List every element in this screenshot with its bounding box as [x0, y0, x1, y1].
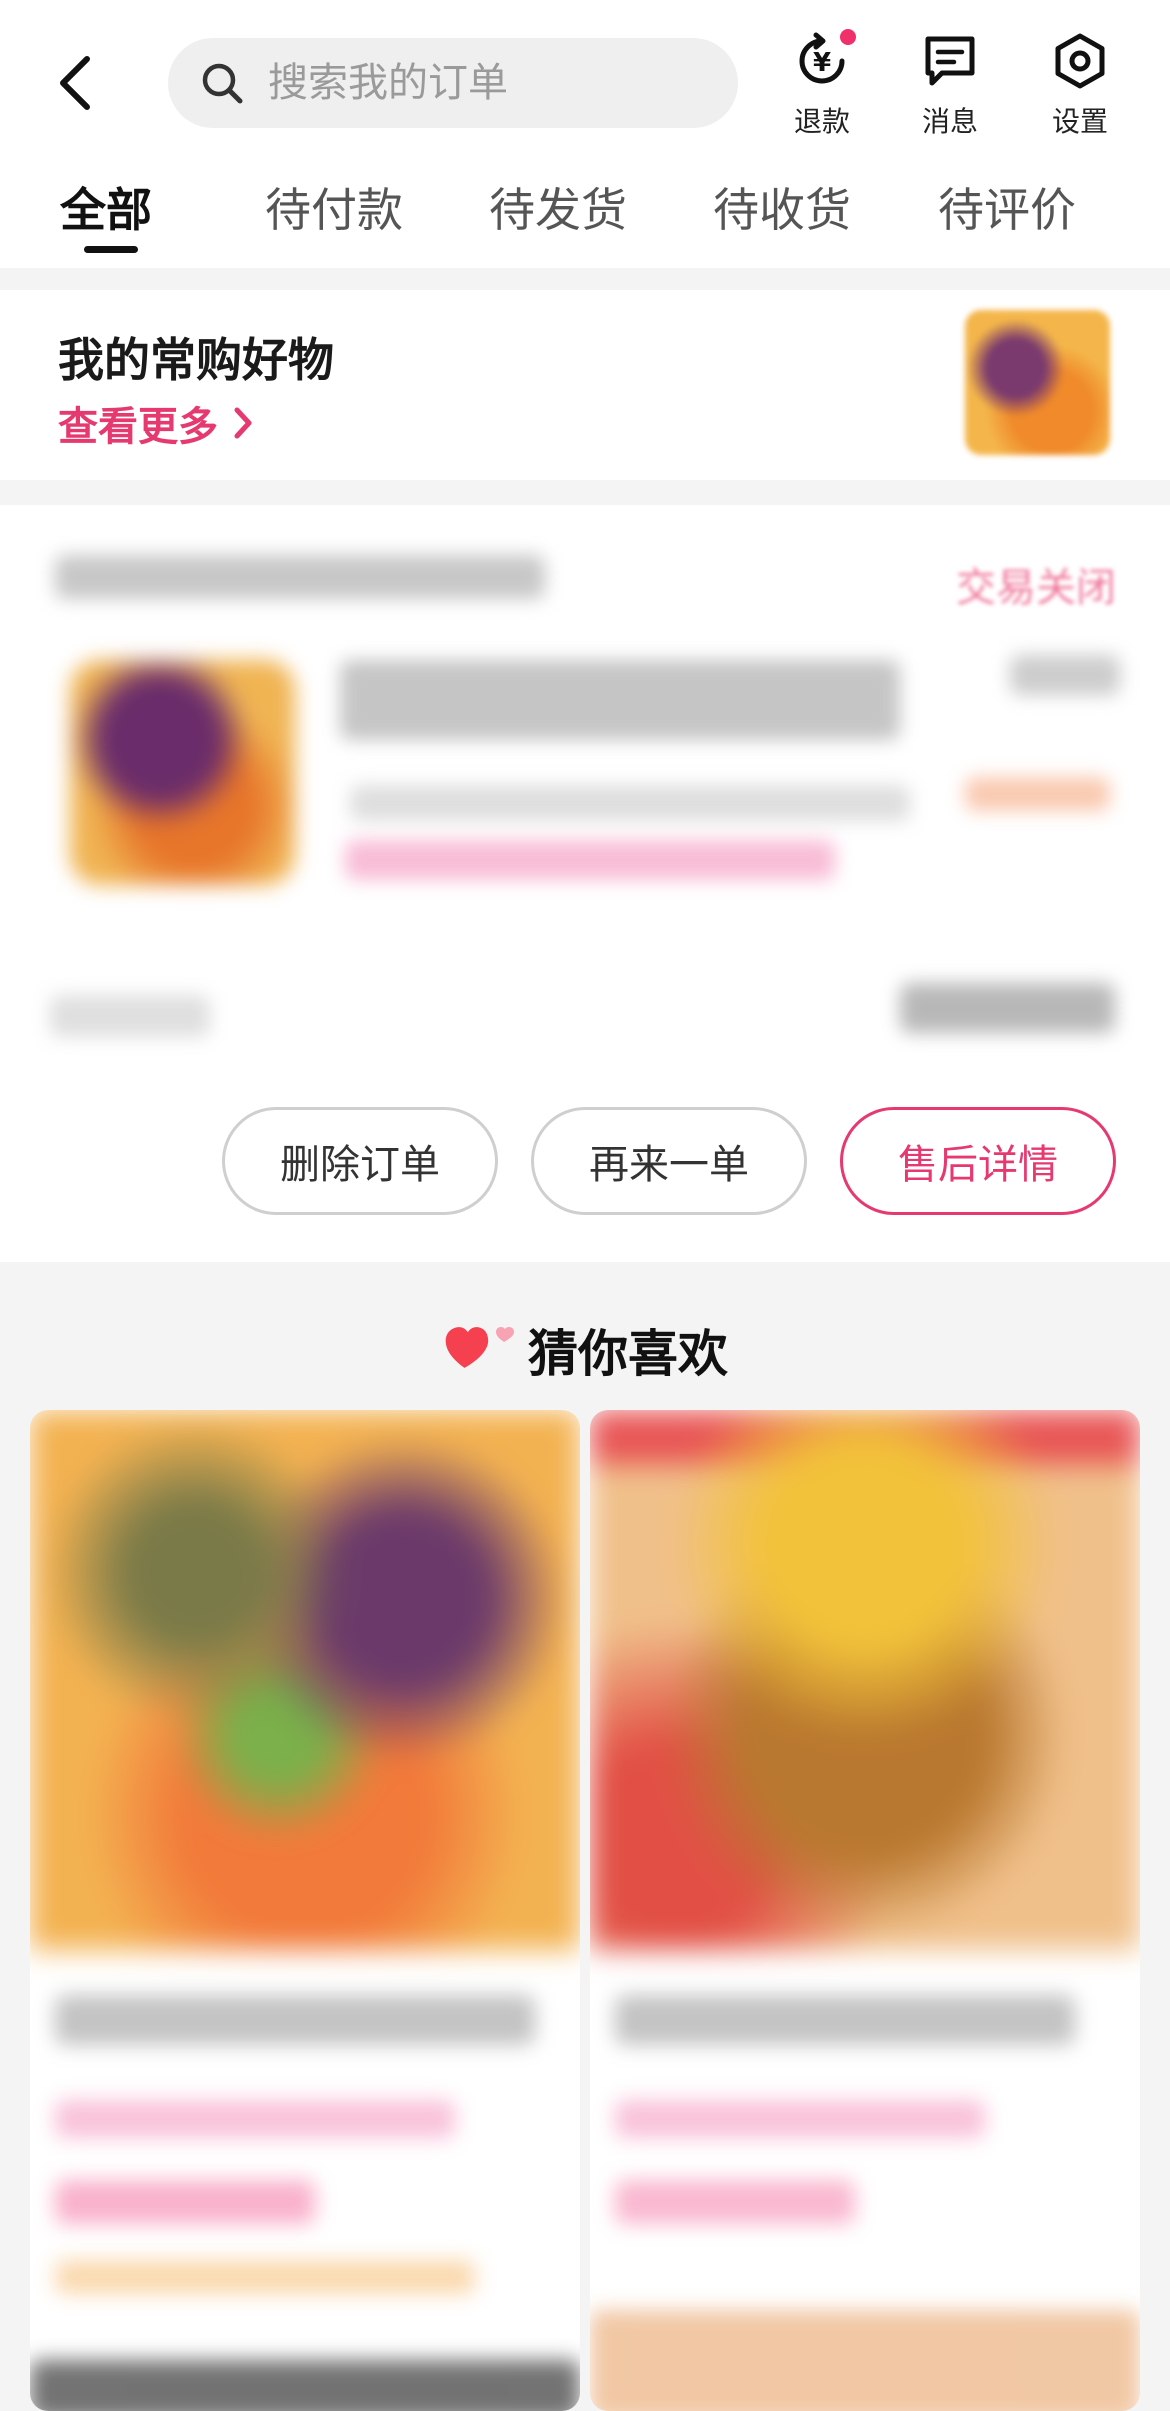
- messages-label: 消息: [921, 105, 978, 138]
- product-spec-redacted: [350, 785, 910, 821]
- notification-badge: [837, 26, 859, 48]
- tab-pending-receipt[interactable]: 待收货: [713, 174, 851, 240]
- messages-button[interactable]: 消息: [900, 30, 1000, 140]
- next-product-image-redacted: [30, 2360, 580, 2411]
- tab-pending-payment[interactable]: 待付款: [265, 174, 403, 240]
- after-sale-details-button[interactable]: 售后详情: [840, 1107, 1116, 1215]
- header: ¥ 退款 消息 设置 全部 待付款 待发货 待收货: [0, 0, 1170, 268]
- refund-icon: ¥: [791, 26, 859, 92]
- order-tabs: 全部 待付款 待发货 待收货 待评价: [0, 160, 1170, 260]
- frequent-purchases-title: 我的常购好物: [58, 333, 334, 387]
- search-input[interactable]: [268, 60, 708, 106]
- delete-order-button[interactable]: 删除订单: [222, 1107, 498, 1215]
- settings-button[interactable]: 设置: [1030, 30, 1130, 140]
- settings-icon: [1049, 30, 1111, 92]
- view-more-link[interactable]: 查看更多: [58, 394, 258, 452]
- product-price-redacted: [1010, 655, 1120, 695]
- product-price-redacted: [615, 2180, 855, 2224]
- order-total-redacted: [900, 983, 1115, 1033]
- active-tab-indicator: [84, 246, 138, 253]
- order-note-redacted: [50, 995, 210, 1037]
- product-tag-redacted: [55, 2100, 455, 2138]
- chevron-right-icon: [232, 403, 258, 443]
- product-price-redacted: [55, 2180, 315, 2224]
- search-icon: [198, 59, 246, 107]
- refund-label: 退款: [793, 105, 850, 138]
- product-meta-redacted: [55, 2260, 475, 2294]
- tab-pending-review[interactable]: 待评价: [938, 174, 1076, 240]
- frequent-product-thumbnail[interactable]: [965, 310, 1110, 455]
- product-tag-redacted: [345, 840, 835, 880]
- refund-button[interactable]: ¥ 退款: [772, 26, 872, 140]
- tab-all[interactable]: 全部: [60, 174, 152, 240]
- product-name-redacted: [55, 1995, 535, 2045]
- hearts-icon: [445, 1327, 514, 1368]
- frequent-purchases-banner[interactable]: 我的常购好物 查看更多: [0, 290, 1170, 480]
- message-icon: [919, 30, 981, 92]
- shop-name-redacted: [55, 555, 545, 599]
- recommended-product-image: [30, 1410, 580, 1950]
- recommended-product-image: [590, 1410, 1140, 1950]
- reorder-button[interactable]: 再来一单: [531, 1107, 807, 1215]
- product-status-redacted: [965, 777, 1110, 811]
- product-name-redacted: [615, 1995, 1075, 2045]
- tab-pending-shipment[interactable]: 待发货: [489, 174, 627, 240]
- order-status: 交易关闭: [956, 565, 1116, 611]
- view-more-label: 查看更多: [58, 404, 218, 450]
- recommendations-header: 猜你喜欢: [0, 1310, 1170, 1390]
- recommendations-title: 猜你喜欢: [528, 1325, 728, 1383]
- recommended-product-card[interactable]: [590, 1410, 1140, 2411]
- back-arrow-icon: [60, 56, 90, 110]
- svg-text:¥: ¥: [813, 48, 831, 78]
- recommended-product-card[interactable]: [30, 1410, 580, 2411]
- back-button[interactable]: [40, 48, 110, 118]
- product-tag-redacted: [615, 2100, 985, 2138]
- product-title-redacted: [340, 660, 900, 740]
- settings-label: 设置: [1051, 105, 1108, 138]
- order-card[interactable]: 交易关闭 删除订单 再来一单 售后详情: [0, 505, 1170, 1262]
- order-product-image: [70, 660, 295, 885]
- next-product-image-redacted: [590, 2310, 1140, 2411]
- search-bar[interactable]: [168, 38, 738, 128]
